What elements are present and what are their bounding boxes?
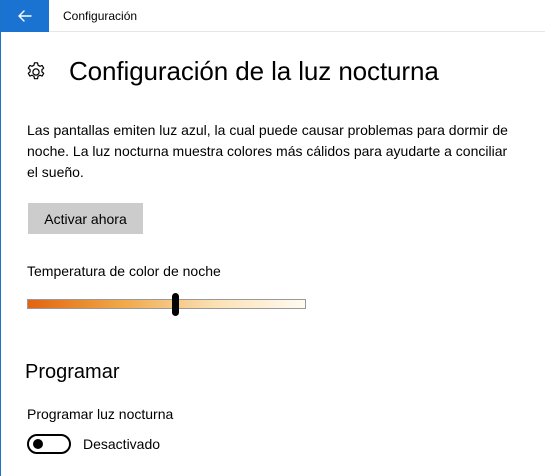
schedule-heading: Programar	[25, 361, 120, 383]
schedule-toggle-label: Programar luz nocturna	[27, 406, 174, 422]
activate-now-button[interactable]: Activar ahora	[28, 203, 143, 234]
schedule-toggle[interactable]	[27, 434, 71, 454]
color-temperature-slider-thumb[interactable]	[171, 293, 179, 316]
title-bar: Configuración	[1, 0, 545, 32]
toggle-knob	[33, 439, 43, 449]
color-temperature-slider[interactable]	[27, 299, 306, 309]
back-button[interactable]	[1, 0, 49, 32]
app-title: Configuración	[63, 9, 138, 23]
color-temperature-label: Temperatura de color de noche	[27, 263, 221, 279]
settings-window: Configuración Configuración de la luz no…	[0, 0, 545, 476]
arrow-left-icon	[18, 10, 32, 22]
gear-icon	[27, 62, 45, 80]
description-text: Las pantallas emiten luz azul, la cual p…	[27, 122, 508, 180]
schedule-toggle-state: Desactivado	[83, 436, 161, 452]
page-title: Configuración de la luz nocturna	[69, 56, 439, 86]
